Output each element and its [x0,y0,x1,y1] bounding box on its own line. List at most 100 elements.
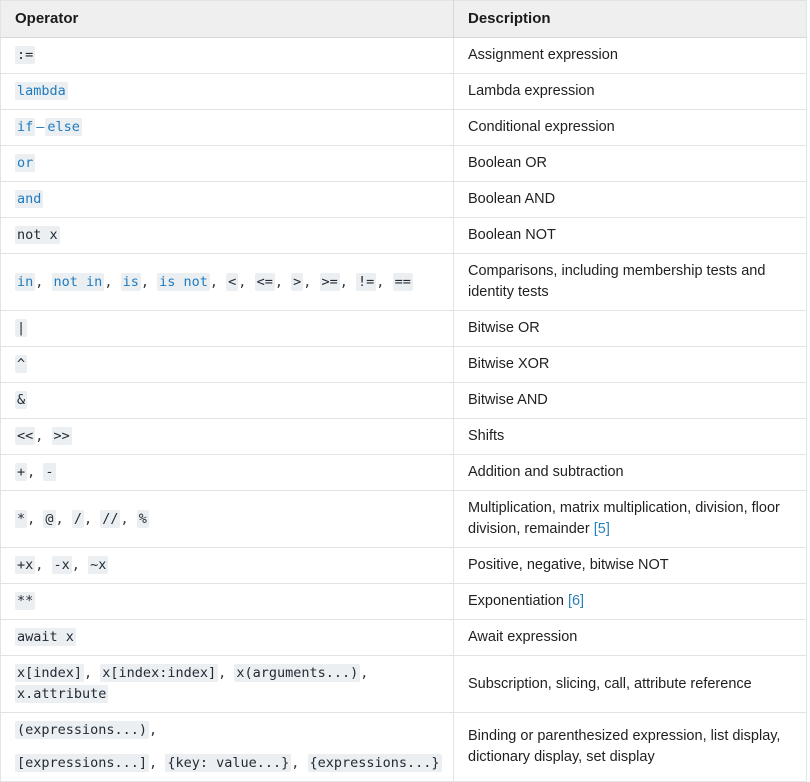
operator-keyword: if [15,118,36,136]
operator-literal: << [15,427,36,445]
operator-literal: >= [319,272,340,291]
operator-cell: and [0,181,454,218]
operator-cell: not x [0,217,454,254]
operator-cell: := [0,37,454,74]
description-cell: Boolean NOT [453,217,807,254]
operator-cell: | [0,310,454,347]
table-row: *, @, /, //, % Multiplication, matrix mul… [0,490,807,548]
operator-keyword: not [17,227,42,243]
table-row: | Bitwise OR [0,310,807,347]
table-row: x[index], x[index:index], x(arguments...… [0,655,807,713]
description-cell: Multiplication, matrix multiplication, d… [453,490,807,548]
operator-literal: >> [51,427,72,445]
description-text: Bitwise OR [468,320,540,336]
operator-separator: , [35,273,52,290]
operator-keyword: await [17,629,58,645]
description-cell: Comparisons, including membership tests … [453,253,807,311]
description-cell: Bitwise OR [453,310,807,347]
operator-precedence-table-container: Operator Description := Assignment expres… [0,0,807,782]
column-header-operator: Operator [0,0,454,38]
description-cell: Conditional expression [453,109,807,146]
table-row: & Bitwise AND [0,382,807,419]
table-row: lambda Lambda expression [0,73,807,110]
operator-separator: , [71,557,89,573]
operator-literal: x[index] [15,664,85,682]
description-text: Bitwise XOR [468,356,550,372]
table-header-row: Operator Description [0,0,807,38]
operator-cell: +x, -x, ~x [0,547,454,584]
operator-separator: , [238,273,255,290]
operator-cell: *, @, /, //, % [0,490,454,548]
operator-cell: +, - [0,454,454,491]
table-row: await x Await expression [0,619,807,656]
operator-cell: <<, >> [0,418,454,455]
description-text: Assignment expression [468,47,618,63]
operator-cell: await x [0,619,454,656]
table-row: not x Boolean NOT [0,217,807,254]
operator-separator: , [218,665,235,681]
description-cell: Boolean OR [453,145,807,182]
table-row: +, - Addition and subtraction [0,454,807,491]
description-text: Boolean AND [468,191,556,207]
operator-cell: if – else [0,109,454,146]
operator-separator: , [35,557,52,573]
description-text: Comparisons, including membership tests … [468,263,766,300]
operator-line: (expressions...), [15,720,443,741]
table-body: := Assignment expression lambda Lambda expr… [0,37,807,782]
operator-precedence-table: Operator Description := Assignment expres… [0,0,807,782]
column-header-description: Description [453,0,807,38]
operator-literal: @ [43,509,56,528]
description-cell: Positive, negative, bitwise NOT [453,547,807,584]
operator-keyword: in [15,272,36,291]
operator-dash: – [36,119,45,135]
operator-separator: , [27,510,44,527]
operator-separator: , [339,273,357,290]
operator-keyword: not in [51,272,105,291]
operator-literal: % [136,509,149,528]
table-row: <<, >> Shifts [0,418,807,455]
operator-literal: := [15,46,36,64]
description-cell: Bitwise AND [453,382,807,419]
description-cell: Lambda expression [453,73,807,110]
footnote-link[interactable]: [6] [568,593,584,609]
footnote-link[interactable]: [5] [594,521,610,537]
operator-literal: < [226,272,239,291]
operator-cell: (expressions...), [expressions...], {key:… [0,712,454,782]
operator-literal: == [392,272,413,291]
operator-literal: != [356,272,377,291]
operator-literal: [expressions...] [15,754,150,772]
description-cell: Await expression [453,619,807,656]
operator-separator: , [274,273,292,290]
table-row: +x, -x, ~x Positive, negative, bitwise NO… [0,547,807,584]
description-cell: Addition and subtraction [453,454,807,491]
operator-separator: , [27,464,44,480]
operator-line: [expressions...], {key: value...}, {expr… [15,753,443,774]
operator-separator: , [149,722,158,738]
table-row: in, not in, is, is not, <, <=, >, >=, !=… [0,253,807,311]
operator-cell: & [0,382,454,419]
operator-keyword: and [15,190,44,208]
operator-literal: / [71,509,84,528]
description-text: Shifts [468,428,505,444]
operator-cell: x[index], x[index:index], x(arguments...… [0,655,454,713]
operator-keyword: or [15,154,36,172]
operator-line-gap [15,741,443,753]
operator-literal: -x [51,556,72,574]
operator-cell: lambda [0,73,454,110]
table-head: Operator Description [0,0,807,38]
operator-literal: x.attribute [15,685,109,703]
operator-literal: > [291,272,304,291]
table-row: ** Exponentiation [6] [0,583,807,620]
operator-separator: , [360,665,369,681]
description-text: Boolean OR [468,155,547,171]
operator-separator: , [35,428,52,444]
operator-literal: * [15,509,28,528]
operator-separator: , [84,665,101,681]
operator-separator: , [291,755,308,771]
operator-separator: , [55,510,72,527]
operator-literal: x(arguments...) [234,664,361,682]
operator-literal: + [15,463,28,481]
operator-separator: , [209,273,227,290]
operator-literal: - [43,463,56,481]
operator-keyword: is [120,272,141,291]
